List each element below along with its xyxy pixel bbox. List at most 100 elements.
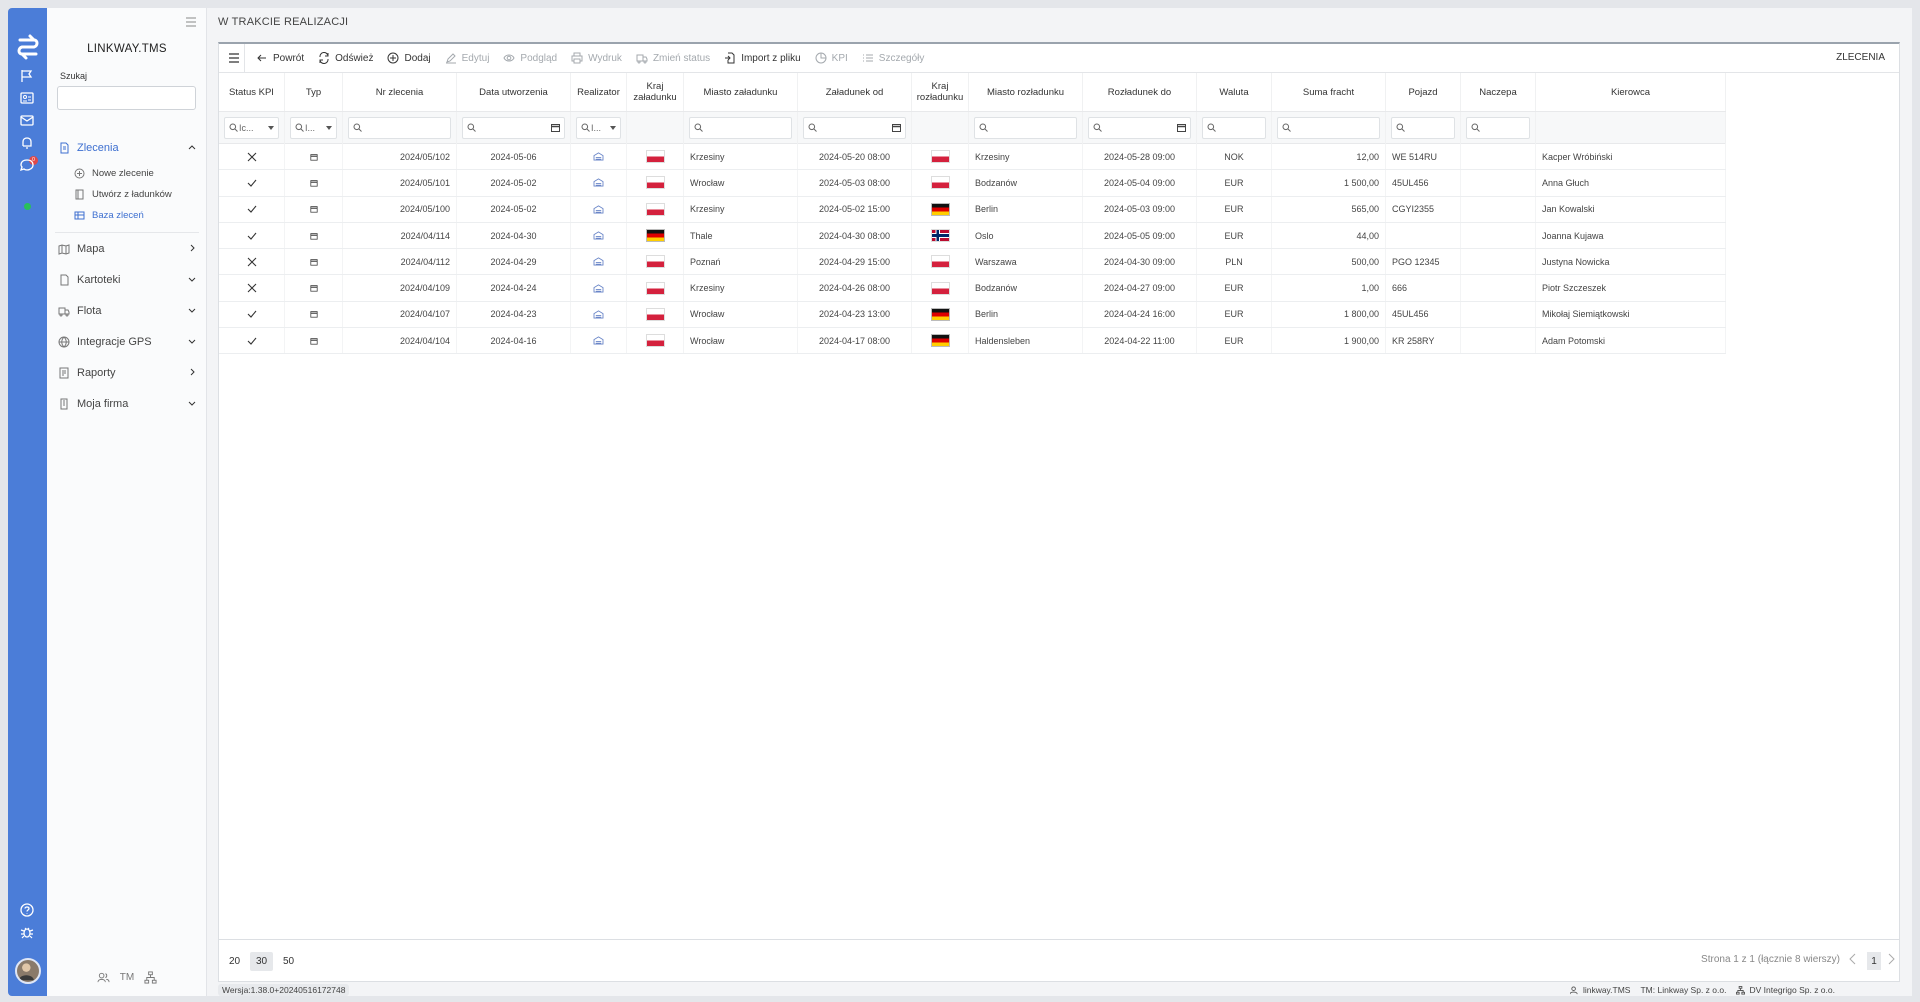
header-loading-city[interactable]: Miasto załadunku [684, 73, 798, 111]
chevron-down-icon[interactable] [187, 398, 197, 408]
change-status-button[interactable]: Zmień status [629, 44, 717, 72]
help-icon[interactable] [19, 902, 35, 918]
header-unloading-city[interactable]: Miasto rozładunku [969, 73, 1083, 111]
mail-icon[interactable] [19, 112, 35, 128]
sidebar-sub-new-order[interactable]: Nowe zlecenie [47, 163, 207, 184]
header-order-number[interactable]: Nr zlecenia [343, 73, 457, 111]
table-row[interactable]: 2024/04/114 2024-04-30 Thale 2024-04-30 08:… [219, 222, 1726, 250]
import-button[interactable]: Import z pliku [717, 44, 807, 72]
sidebar-item-integracje-gps[interactable]: Integracje GPS [47, 326, 207, 357]
header-type[interactable]: Typ [285, 73, 343, 111]
sitemap-icon[interactable] [144, 971, 157, 984]
sidebar-sub-label: Utwórz z ładunków [92, 189, 172, 200]
calendar-icon[interactable] [892, 123, 901, 132]
header-trailer[interactable]: Naczepa [1461, 73, 1536, 111]
filter-order-number[interactable] [348, 116, 451, 139]
filter-currency[interactable] [1202, 116, 1266, 139]
chevron-up-icon[interactable] [187, 142, 197, 152]
next-page-icon[interactable] [1885, 952, 1897, 966]
filter-vehicle[interactable] [1391, 116, 1455, 139]
table-row[interactable]: 2024/05/102 2024-05-06 Krzesiny 2024-05-20 … [219, 144, 1726, 171]
filter-created-date[interactable] [462, 116, 565, 139]
sidebar-item-kartoteki[interactable]: Kartoteki [47, 264, 207, 295]
contact-card-icon[interactable] [19, 90, 35, 106]
filter-status-kpi[interactable]: Ic... [224, 116, 279, 139]
table-row[interactable]: 2024/04/109 2024-04-24 Krzesiny 2024-04-26 … [219, 275, 1726, 302]
chat-icon[interactable] [19, 157, 35, 173]
filter-loading-from[interactable] [803, 116, 906, 139]
chevron-down-icon[interactable] [187, 336, 197, 346]
executor-warehouse-icon [593, 178, 604, 187]
details-button[interactable]: Szczegóły [855, 44, 932, 72]
swap-logo-icon[interactable] [16, 32, 40, 62]
globe-icon [58, 336, 70, 348]
header-vehicle[interactable]: Pojazd [1386, 73, 1461, 111]
cell-unloading-country [912, 144, 969, 170]
cell-unloading-to: 2024-05-03 09:00 [1083, 196, 1197, 222]
chevron-down-icon[interactable] [187, 305, 197, 315]
bell-icon[interactable] [19, 135, 35, 151]
page-size-30[interactable]: 30 [250, 951, 273, 971]
cell-currency: EUR [1197, 275, 1272, 301]
chevron-right-icon[interactable] [187, 367, 197, 377]
cell-executor [571, 275, 627, 301]
header-executor[interactable]: Realizator [571, 73, 627, 111]
chevron-down-icon[interactable] [187, 274, 197, 284]
header-loading-from[interactable]: Załadunek od [798, 73, 912, 111]
chevron-right-icon[interactable] [187, 243, 197, 253]
bug-icon[interactable] [19, 924, 35, 940]
table-row[interactable]: 2024/05/101 2024-05-02 Wrocław 2024-05-03 0… [219, 170, 1726, 197]
back-button[interactable]: Powrót [249, 44, 311, 72]
kpi-button[interactable]: KPI [808, 44, 855, 72]
filter-cell [1197, 111, 1272, 144]
add-button[interactable]: Dodaj [380, 44, 437, 72]
edit-button[interactable]: Edytuj [438, 44, 497, 72]
search-input[interactable] [57, 86, 196, 110]
print-button[interactable]: Wydruk [564, 44, 629, 72]
preview-button[interactable]: Podgląd [496, 44, 564, 72]
header-unloading-country[interactable]: Kraj rozładunku [912, 73, 969, 111]
users-icon[interactable] [97, 971, 110, 984]
table-row[interactable]: 2024/04/107 2024-04-23 Wrocław 2024-04-23 1… [219, 301, 1726, 329]
filter-loading-city[interactable] [689, 116, 792, 139]
calendar-icon[interactable] [551, 123, 560, 132]
collapse-menu-icon[interactable] [185, 16, 197, 28]
toolbar-menu-button[interactable] [223, 44, 245, 72]
header-unloading-to[interactable]: Rozładunek do [1083, 73, 1197, 111]
sidebar-item-raporty[interactable]: Raporty [47, 357, 207, 388]
header-freight-sum[interactable]: Suma fracht [1272, 73, 1386, 111]
sidebar-item-zlecenia[interactable]: Zlecenia [47, 132, 207, 163]
page-size-20[interactable]: 20 [223, 952, 246, 971]
refresh-button[interactable]: Odśwież [311, 44, 380, 72]
flag-icon [930, 255, 950, 269]
header-status-kpi[interactable]: Status KPI [219, 73, 285, 111]
table-row[interactable]: 2024/04/112 2024-04-29 Poznań 2024-04-29 15… [219, 249, 1726, 276]
prev-page-icon[interactable] [1847, 952, 1859, 966]
filter-executor[interactable]: I... [576, 116, 621, 139]
header-loading-country[interactable]: Kraj załadunku [627, 73, 684, 111]
calendar-icon[interactable] [1177, 123, 1186, 132]
table-row[interactable]: 2024/04/104 2024-04-16 Wrocław 2024-04-17 0… [219, 328, 1726, 355]
current-page[interactable]: 1 [1867, 952, 1881, 970]
sidebar-sub-orders-base[interactable]: Baza zleceń [47, 205, 207, 226]
sidebar-item-flota[interactable]: Flota [47, 295, 207, 326]
sidebar-sub-create-from-loads[interactable]: Utwórz z ładunków [47, 184, 207, 205]
filter-trailer[interactable] [1466, 116, 1530, 139]
cell-currency: EUR [1197, 328, 1272, 354]
cell-driver: Adam Potomski [1536, 328, 1726, 354]
page-size-50[interactable]: 50 [277, 952, 300, 971]
filter-unloading-city[interactable] [974, 116, 1077, 139]
table-row[interactable]: 2024/05/100 2024-05-02 Krzesiny 2024-05-02 … [219, 196, 1726, 223]
header-driver[interactable]: Kierowca [1536, 73, 1726, 111]
filter-type[interactable]: I... [290, 116, 337, 139]
tenant-code[interactable]: TM [120, 972, 134, 983]
flag-icon[interactable] [19, 68, 35, 84]
sidebar-item-moja-firma[interactable]: Moja firma [47, 388, 207, 419]
sidebar-item-mapa[interactable]: Mapa [47, 233, 207, 264]
filter-unloading-to[interactable] [1088, 116, 1191, 139]
filter-freight-sum[interactable] [1277, 116, 1380, 139]
header-currency[interactable]: Waluta [1197, 73, 1272, 111]
avatar[interactable] [15, 958, 41, 984]
kpi-button-label: KPI [831, 52, 848, 64]
header-created-date[interactable]: Data utworzenia [457, 73, 571, 111]
